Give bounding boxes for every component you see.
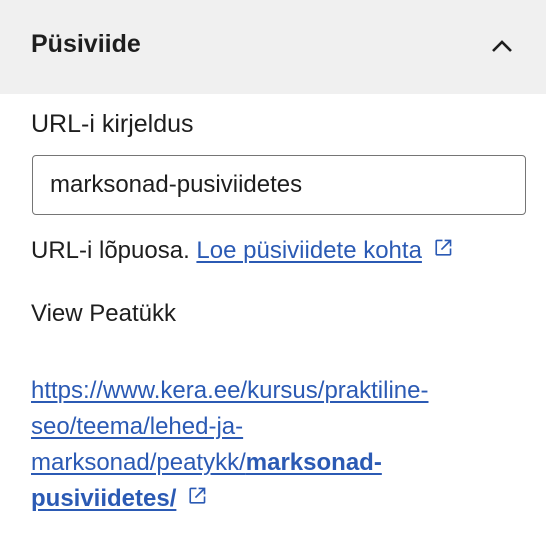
url-line-2: seo/teema/lehed-ja- bbox=[31, 413, 244, 440]
url-line-4-slug: pusiviidetes/ bbox=[31, 485, 177, 512]
url-line-3-prefix: marksonad/peatykk/ bbox=[31, 449, 246, 476]
url-line-4: pusiviidetes/ bbox=[31, 481, 521, 517]
slug-input[interactable] bbox=[32, 155, 526, 215]
external-link-icon bbox=[435, 239, 452, 256]
collapse-button[interactable] bbox=[478, 26, 526, 66]
url-line-3: marksonad/peatykk/marksonad- bbox=[31, 445, 521, 481]
panel-header[interactable]: Püsiviide bbox=[0, 0, 546, 94]
url-line-1: https://www.kera.ee/kursus/praktiline- bbox=[31, 377, 429, 404]
help-text: URL-i lõpuosa. Loe püsiviidete kohta bbox=[31, 235, 456, 265]
external-link-icon bbox=[189, 487, 206, 504]
permalink-url-link[interactable]: https://www.kera.ee/kursus/praktiline- s… bbox=[31, 373, 521, 517]
view-label: View Peatükk bbox=[31, 300, 176, 327]
permalink-docs-link[interactable]: Loe püsiviidete kohta bbox=[196, 237, 422, 264]
permalink-url: https://www.kera.ee/kursus/praktiline- s… bbox=[31, 373, 521, 517]
panel-title: Püsiviide bbox=[31, 30, 141, 58]
permalink-docs-link-text: Loe püsiviidete kohta bbox=[196, 237, 422, 264]
chevron-up-icon bbox=[492, 40, 512, 52]
url-line-3-slug: marksonad- bbox=[245, 449, 382, 476]
help-description: URL-i lõpuosa. bbox=[31, 237, 190, 264]
slug-label: URL-i kirjeldus bbox=[31, 110, 194, 138]
